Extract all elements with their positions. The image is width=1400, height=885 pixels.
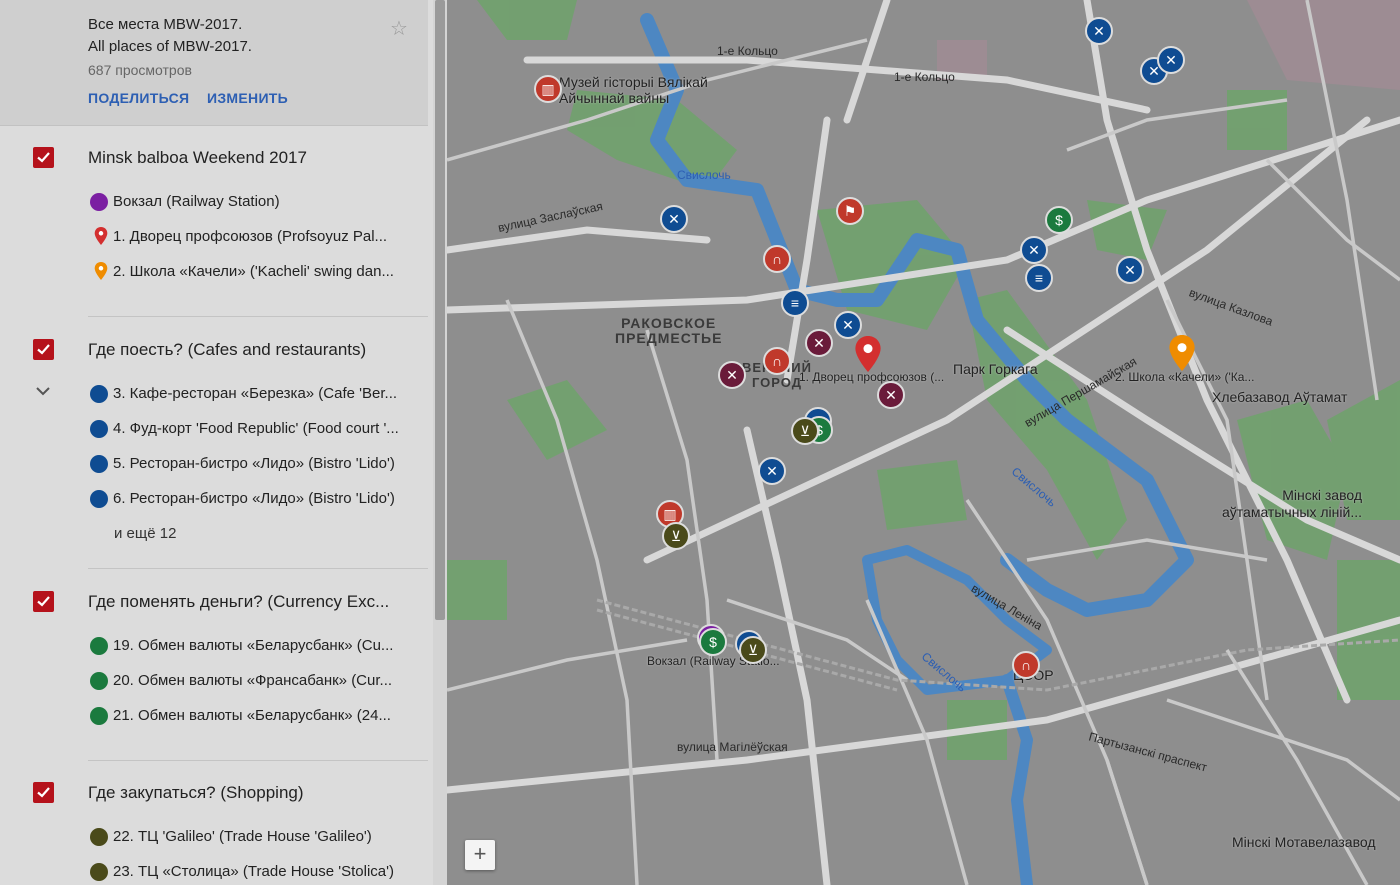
restaurant-marker[interactable]: ✕	[834, 311, 862, 339]
hotel-marker[interactable]: ≡	[1025, 264, 1053, 292]
river-label: Свислочь	[677, 168, 731, 182]
bakery-label: Хлебазавод Аўтамат	[1212, 389, 1348, 405]
list-item[interactable]: 5. Ресторан-бистро «Лидо» (Bistro 'Lido'…	[88, 452, 418, 476]
layer-4-checkbox[interactable]	[33, 782, 54, 803]
sidebar-scrollbar[interactable]	[433, 0, 447, 885]
poi-label-2: 2. Школа «Качели» ('Ка...	[1115, 370, 1255, 384]
exchange-marker[interactable]: $	[1045, 206, 1073, 234]
divider	[88, 760, 428, 761]
restaurant-marker[interactable]: ✕	[805, 329, 833, 357]
restaurant-marker[interactable]: ✕	[718, 361, 746, 389]
list-item[interactable]: 6. Ресторан-бистро «Лидо» (Bistro 'Lido'…	[88, 487, 418, 511]
road-label: вулица Магілёўская	[677, 740, 788, 754]
list-item[interactable]: 4. Фуд-корт 'Food Republic' (Food court …	[88, 417, 418, 441]
chevron-down-icon[interactable]	[35, 386, 51, 396]
show-more-link[interactable]: и ещё 12	[114, 525, 176, 542]
list-item[interactable]: 22. ТЦ 'Galileo' (Trade House 'Galileo')	[88, 825, 418, 849]
shopping-marker[interactable]: ⊻	[739, 636, 767, 664]
pin-icon	[94, 227, 108, 245]
list-item[interactable]: 19. Обмен валюты «Беларусбанк» (Cu...	[88, 634, 418, 658]
zoom-in-button[interactable]: +	[465, 840, 495, 870]
road-label: 1-е Кольцо	[894, 70, 955, 84]
shopping-marker[interactable]: ⊻	[662, 522, 690, 550]
divider	[88, 568, 428, 569]
sidebar: Все места MBW-2017. All places of MBW-20…	[0, 0, 433, 885]
map-base	[447, 0, 1400, 885]
exchange-marker[interactable]: $	[699, 628, 727, 656]
pin-icon	[94, 262, 108, 280]
road-label: 1-е Кольцо	[717, 44, 778, 58]
factory-label: Мінскі завод аўтаматычных ліній...	[1222, 487, 1362, 520]
museum-marker[interactable]: ▥	[534, 75, 562, 103]
list-item[interactable]: 21. Обмен валюты «Беларусбанк» (24...	[88, 704, 418, 728]
layer-3-title[interactable]: Где поменять деньги? (Currency Exc...	[88, 592, 389, 612]
motor-factory-label: Мінскі Мотавелазавод	[1232, 834, 1376, 850]
pin-icon[interactable]	[855, 336, 881, 372]
museum-label: Музей гісторыі Вялікай Айчыннай вайны	[559, 74, 708, 106]
theater-marker[interactable]: ∩	[1012, 651, 1040, 679]
layer-2-title[interactable]: Где поесть? (Cafes and restaurants)	[88, 340, 366, 360]
list-item[interactable]: 2. Школа «Качели» ('Kacheli' swing dan..…	[88, 260, 418, 284]
map-canvas[interactable]: 1-е Кольцо 1-е Кольцо вулица Заслаўская …	[447, 0, 1400, 885]
layer-3-checkbox[interactable]	[33, 591, 54, 612]
restaurant-marker[interactable]: ✕	[1157, 46, 1185, 74]
share-button[interactable]: ПОДЕЛИТЬСЯ	[88, 90, 189, 106]
restaurant-icon	[90, 455, 108, 473]
restaurant-icon	[90, 385, 108, 403]
restaurant-marker[interactable]: ✕	[1085, 17, 1113, 45]
dollar-icon	[90, 707, 108, 725]
map-title-ru: Все места MBW-2017.	[88, 16, 243, 33]
edit-button[interactable]: ИЗМЕНИТЬ	[207, 90, 288, 106]
layer-4-title[interactable]: Где закупаться? (Shopping)	[88, 783, 304, 803]
map-header: Все места MBW-2017. All places of MBW-20…	[0, 0, 428, 126]
shopping-marker[interactable]: ⊻	[791, 417, 819, 445]
view-count: 687 просмотров	[88, 62, 192, 78]
restaurant-icon	[90, 420, 108, 438]
cart-icon	[90, 828, 108, 846]
restaurant-marker[interactable]: ✕	[660, 205, 688, 233]
star-icon[interactable]: ☆	[390, 16, 408, 41]
landmark-marker[interactable]: ⚑	[836, 197, 864, 225]
list-item[interactable]: 20. Обмен валюты «Франсабанк» (Cur...	[88, 669, 418, 693]
restaurant-icon	[90, 490, 108, 508]
hotel-marker[interactable]: ≡	[781, 289, 809, 317]
poi-label-1: 1. Дворец профсоюзов (...	[799, 370, 945, 384]
restaurant-marker[interactable]: ✕	[1116, 256, 1144, 284]
park-label: Парк Горкага	[953, 361, 1038, 377]
layer-2-checkbox[interactable]	[33, 339, 54, 360]
map-title-en: All places of MBW-2017.	[88, 38, 252, 55]
dollar-icon	[90, 672, 108, 690]
layer-1-checkbox[interactable]	[33, 147, 54, 168]
theater-marker[interactable]: ∩	[763, 347, 791, 375]
pin-icon[interactable]	[1169, 335, 1195, 371]
divider	[88, 316, 428, 317]
layer-1-title[interactable]: Minsk balboa Weekend 2017	[88, 148, 307, 168]
restaurant-marker[interactable]: ✕	[758, 457, 786, 485]
theater-marker[interactable]: ∩	[763, 245, 791, 273]
dollar-icon	[90, 637, 108, 655]
restaurant-marker[interactable]: ✕	[877, 381, 905, 409]
district-label: РАКОВСКОЕ ПРЕДМЕСТЬЕ	[615, 315, 723, 346]
list-item[interactable]: 1. Дворец профсоюзов (Profsoyuz Pal...	[88, 225, 418, 249]
scrollbar-thumb[interactable]	[435, 0, 445, 620]
restaurant-marker[interactable]: ✕	[1020, 236, 1048, 264]
list-item[interactable]: 23. ТЦ «Столица» (Trade House 'Stolica')	[88, 860, 418, 884]
cart-icon	[90, 863, 108, 881]
train-icon	[90, 193, 108, 211]
list-item[interactable]: Вокзал (Railway Station)	[88, 190, 418, 214]
list-item[interactable]: 3. Кафе-ресторан «Березка» (Cafe 'Ber...	[88, 382, 418, 406]
